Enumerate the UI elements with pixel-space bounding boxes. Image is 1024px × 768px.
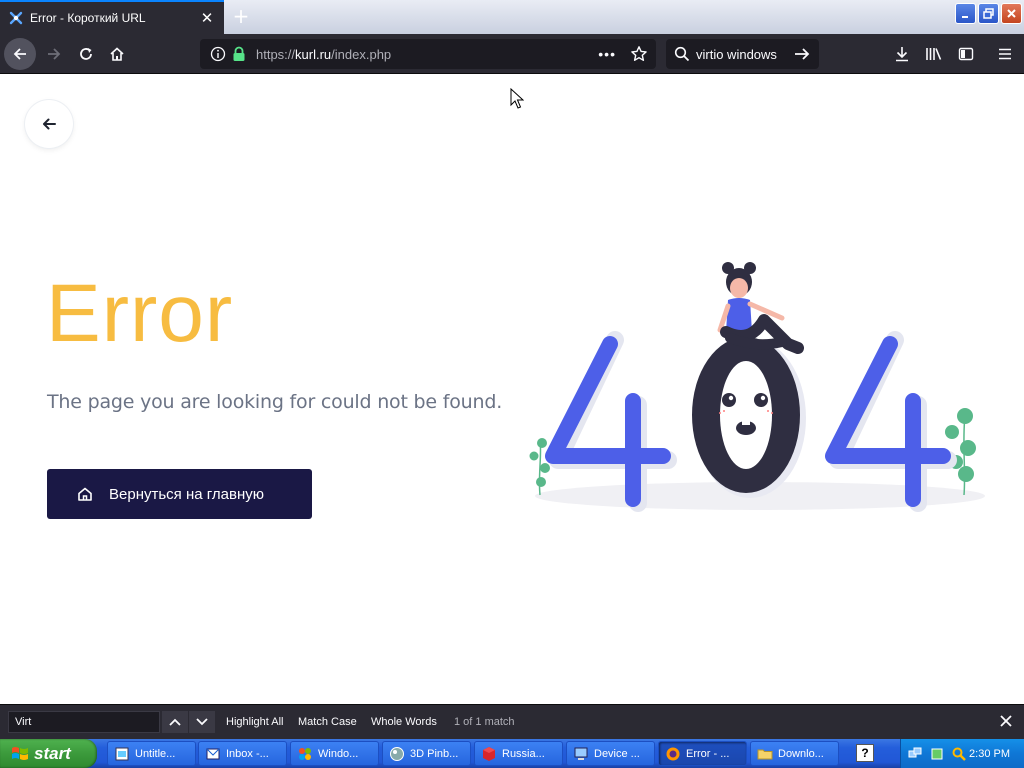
tab-title: Error - Короткий URL: [30, 11, 146, 25]
match-case-toggle[interactable]: Match Case: [298, 716, 357, 728]
taskbar-item-label: Untitle...: [135, 747, 176, 760]
sidebar-icon: [958, 47, 974, 61]
url-prefix: https://: [256, 46, 296, 62]
info-icon[interactable]: [210, 46, 226, 62]
forward-button[interactable]: [38, 38, 70, 70]
search-go-arrow-icon[interactable]: [793, 46, 811, 62]
folder-icon: [757, 749, 773, 759]
downloads-button[interactable]: [890, 42, 914, 66]
home-icon: [110, 47, 124, 61]
start-button[interactable]: start: [0, 739, 97, 768]
taskbar-item-label: Device ...: [594, 747, 640, 760]
navigation-toolbar: https://kurl.ru/index.php ••• virtio win…: [0, 34, 1024, 74]
reload-icon: [80, 48, 92, 60]
arrow-right-icon: [48, 48, 61, 60]
error-message: The page you are looking for could not b…: [47, 391, 503, 413]
taskbar-item-label: 3D Pinb...: [410, 747, 459, 760]
arrow-left-icon: [13, 48, 26, 60]
taskbar-item-label: Downlo...: [778, 747, 824, 760]
taskbar-item-untitled[interactable]: Untitle...: [107, 741, 196, 766]
return-home-label: Вернуться на главную: [109, 485, 264, 503]
find-status: 1 of 1 match: [454, 716, 515, 728]
page-content: Error The page you are looking for could…: [0, 75, 1024, 704]
404-illustration: [529, 262, 985, 512]
back-button[interactable]: [4, 38, 36, 70]
windows-update-icon: [299, 747, 311, 760]
sidebar-button[interactable]: [954, 42, 978, 66]
start-label: start: [34, 743, 71, 763]
taskbar-item-russia[interactable]: Russia...: [474, 741, 563, 766]
error-heading: Error: [46, 268, 234, 359]
lock-icon[interactable]: [232, 46, 246, 62]
download-icon: [896, 47, 908, 62]
find-previous-button[interactable]: [162, 711, 188, 733]
library-icon: [926, 48, 942, 60]
taskbar-item-label: Error - ...: [686, 747, 730, 760]
chevron-up-icon: [169, 718, 181, 726]
new-tab-icon[interactable]: +: [230, 6, 252, 28]
taskbar-item-label: Windo...: [318, 747, 359, 760]
network-icon[interactable]: [907, 746, 923, 762]
taskbar-item-inbox[interactable]: Inbox -...: [198, 741, 287, 766]
sitting-girl-icon: [717, 262, 804, 354]
minimize-button[interactable]: [955, 3, 976, 24]
library-button[interactable]: [922, 42, 946, 66]
search-box[interactable]: virtio windows: [666, 39, 819, 69]
firefox-icon: [666, 747, 680, 760]
find-input[interactable]: [8, 711, 160, 733]
computer-icon: [574, 747, 588, 760]
left-plant-icon: [529, 438, 550, 496]
page-back-button[interactable]: [25, 100, 73, 148]
mouse-cursor-icon: [510, 88, 524, 109]
taskbar-item-label: Inbox -...: [226, 747, 269, 760]
taskbar-item-windows[interactable]: Windo...: [290, 741, 379, 766]
close-icon: [1000, 715, 1012, 727]
find-close-button[interactable]: [998, 713, 1014, 729]
arrow-left-icon: [43, 118, 56, 130]
home-toolbar-button[interactable]: [101, 38, 133, 70]
site-favicon-icon: [8, 10, 24, 26]
window-controls: [955, 3, 1022, 24]
chevron-down-icon: [196, 718, 208, 726]
help-quick-launch-icon[interactable]: ?: [856, 744, 874, 762]
hamburger-menu-icon: [999, 48, 1011, 60]
url-bar[interactable]: https://kurl.ru/index.php •••: [200, 39, 656, 69]
taskbar-item-downloads[interactable]: Downlo...: [750, 741, 839, 766]
bookmark-star-icon[interactable]: [630, 45, 648, 63]
search-input[interactable]: virtio windows: [696, 47, 793, 62]
taskbar: start Untitle... Inbox -... Windo... 3D …: [0, 739, 1024, 768]
reload-button[interactable]: [70, 38, 102, 70]
red-cube-icon: [483, 746, 495, 761]
url-domain: kurl.ru: [295, 46, 332, 62]
restore-button[interactable]: [978, 3, 999, 24]
menu-button[interactable]: [993, 42, 1017, 66]
page-actions-more-icon[interactable]: •••: [598, 46, 616, 62]
close-window-button[interactable]: [1001, 3, 1022, 24]
tab-active[interactable]: Error - Короткий URL ✕: [0, 0, 224, 34]
taskbar-item-device[interactable]: Device ...: [566, 741, 655, 766]
screen: Error - Короткий URL ✕ + https://kurl.ru…: [0, 0, 1024, 768]
url-path: /index.php: [331, 46, 392, 62]
tab-bar: Error - Короткий URL ✕ +: [0, 0, 1024, 34]
taskbar-item-error[interactable]: Error - ...: [658, 741, 747, 766]
return-home-button[interactable]: Вернуться на главную: [47, 469, 312, 519]
paint-icon: [115, 747, 129, 760]
windows-logo-icon: [12, 746, 28, 760]
highlight-all-toggle[interactable]: Highlight All: [226, 716, 283, 728]
outlook-icon: [206, 748, 220, 759]
tab-close-icon[interactable]: ✕: [196, 7, 218, 29]
whole-words-toggle[interactable]: Whole Words: [371, 716, 437, 728]
search-icon: [674, 46, 690, 62]
safely-remove-icon[interactable]: [929, 746, 945, 762]
pinball-icon: [390, 746, 404, 761]
find-next-button[interactable]: [189, 711, 215, 733]
search-tray-icon[interactable]: [951, 746, 967, 762]
system-tray: 2:30 PM: [900, 739, 1024, 768]
clock[interactable]: 2:30 PM: [969, 748, 1010, 760]
home-icon: [78, 487, 92, 501]
find-bar: Highlight All Match Case Whole Words 1 o…: [0, 704, 1024, 739]
taskbar-item-pinball[interactable]: 3D Pinb...: [382, 741, 471, 766]
url-text[interactable]: https://kurl.ru/index.php: [256, 47, 598, 62]
taskbar-item-label: Russia...: [502, 747, 545, 760]
